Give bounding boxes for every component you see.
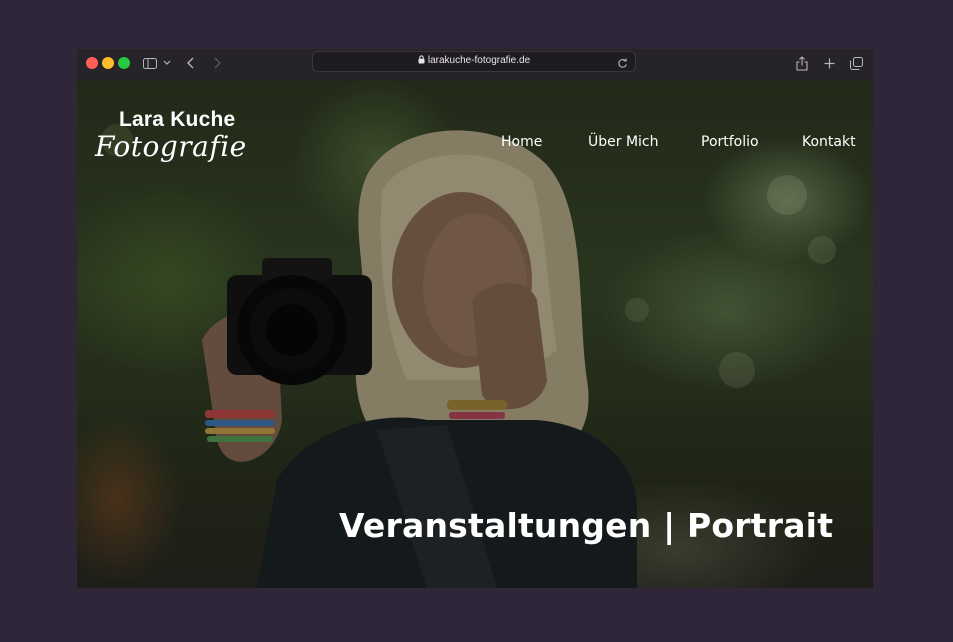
brand-subtitle: Fotografie xyxy=(95,130,247,163)
reload-icon[interactable] xyxy=(617,56,628,74)
nav-portfolio[interactable]: Portfolio xyxy=(701,134,759,150)
new-tab-icon[interactable] xyxy=(822,54,836,72)
minimize-window-button[interactable] xyxy=(102,57,114,69)
nav-ueber-mich[interactable]: Über Mich xyxy=(588,134,659,150)
hero-headline: Veranstaltungen | Portrait xyxy=(339,506,834,545)
hero-section: Lara Kuche Fotografie Home Über Mich Por… xyxy=(77,80,873,588)
tab-overview-icon[interactable] xyxy=(849,54,863,72)
nav-kontakt[interactable]: Kontakt xyxy=(802,134,856,150)
site-logo[interactable]: Lara Kuche Fotografie xyxy=(95,108,247,163)
chevron-down-icon[interactable] xyxy=(162,54,172,72)
lock-icon xyxy=(418,55,425,67)
back-icon[interactable] xyxy=(184,54,198,72)
nav-home[interactable]: Home xyxy=(501,134,542,150)
browser-window: larakuche-fotografie.de Lara Kuche Fotog… xyxy=(77,49,873,588)
forward-icon[interactable] xyxy=(210,54,224,72)
close-window-button[interactable] xyxy=(86,57,98,69)
browser-toolbar: larakuche-fotografie.de xyxy=(77,49,873,80)
address-bar[interactable]: larakuche-fotografie.de xyxy=(312,51,636,72)
address-text: larakuche-fotografie.de xyxy=(427,55,531,66)
share-icon[interactable] xyxy=(795,54,809,72)
sidebar-icon[interactable] xyxy=(142,54,158,72)
zoom-window-button[interactable] xyxy=(118,57,130,69)
brand-name: Lara Kuche xyxy=(119,108,236,131)
